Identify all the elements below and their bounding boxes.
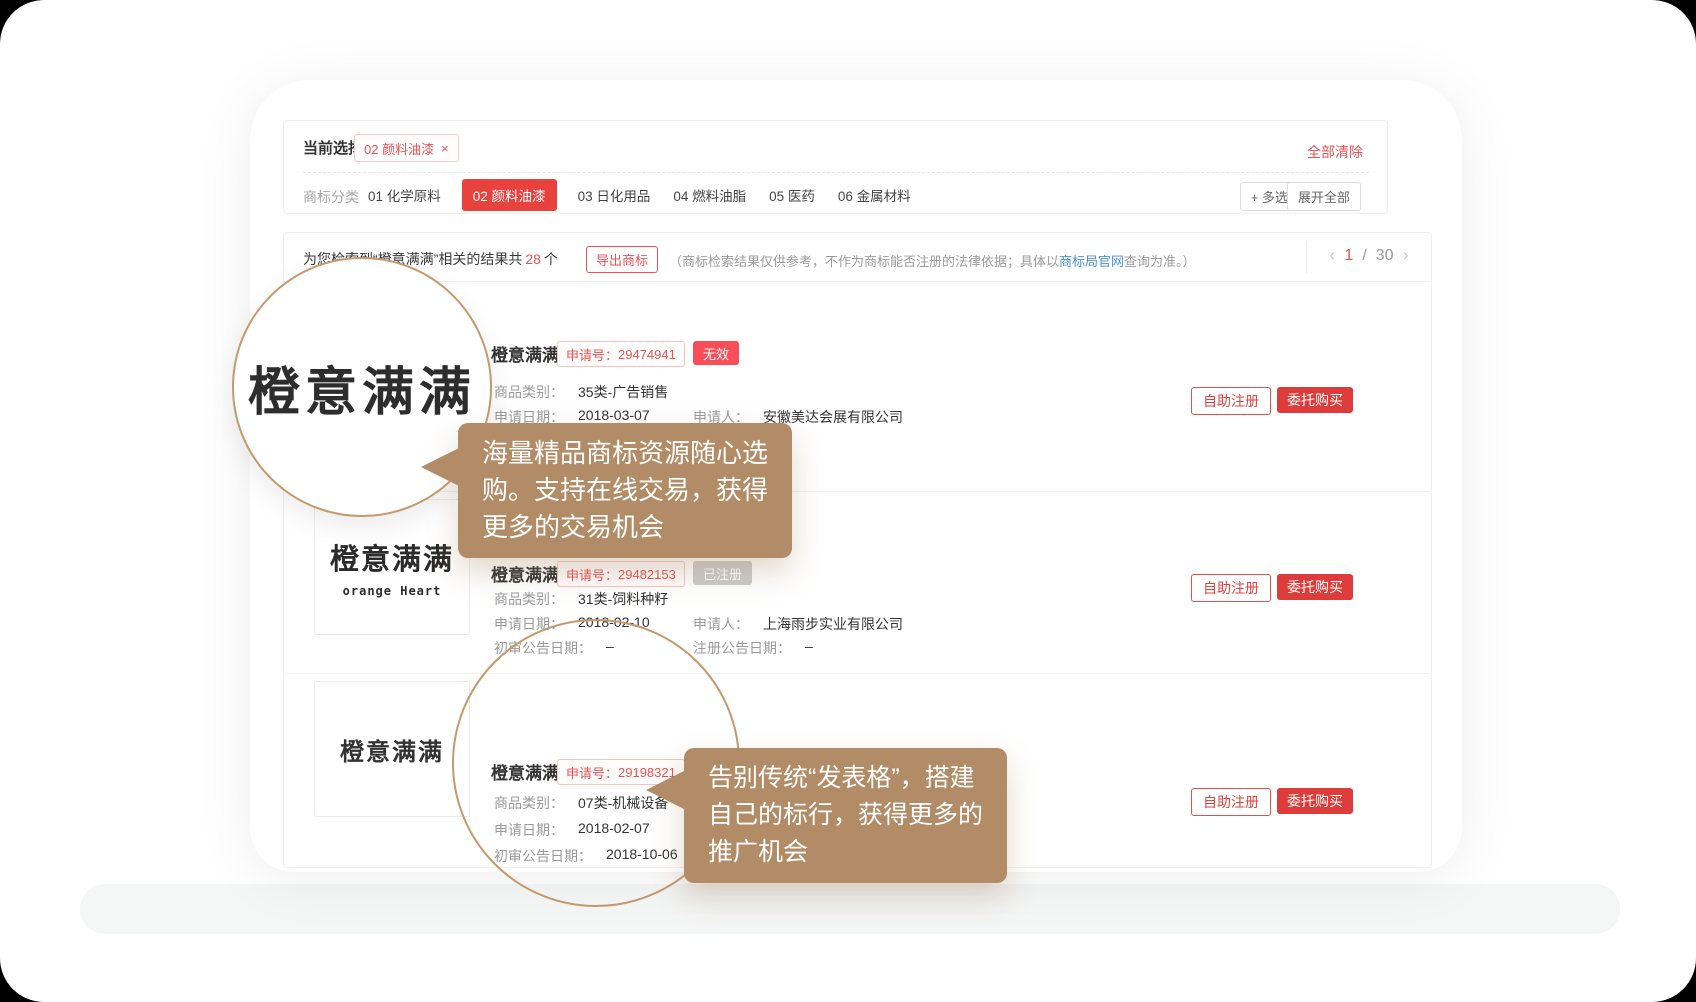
filter-card: 当前选择 02 颜料油漆 × 全部清除 商标分类 01 化学原料 02 颜料油漆… — [283, 120, 1388, 214]
row1-trademark-name[interactable]: 橙意满满 — [491, 341, 559, 366]
row1-application-number: 申请号：29474941 — [557, 341, 685, 367]
field-label: 商品类别： — [494, 589, 564, 609]
expand-all-button[interactable]: 展开全部 — [1287, 182, 1361, 211]
pagination-current: 1 — [1344, 247, 1353, 265]
tooltip-marketplace: 海量精品商标资源随心选 购。支持在线交易，获得 更多的交易机会 — [458, 423, 792, 558]
app-no-value: 29482153 — [618, 567, 676, 582]
row-divider — [285, 673, 1430, 674]
row2-reg-pub-field: 注册公告日期： – — [693, 638, 813, 658]
summary-unit: 个 — [544, 251, 558, 267]
disclaimer-prefix: （商标检索结果仅供参考，不作为商标能否注册的法律依据；具体以 — [669, 254, 1059, 269]
results-header: 为您检索到“橙意满满”相关的结果共28个 导出商标 （商标检索结果仅供参考，不作… — [284, 233, 1431, 282]
row1-category-field: 商品类别： 35类-广告销售 — [494, 382, 668, 402]
selected-filter-tag-label: 02 颜料油漆 — [364, 139, 434, 158]
row2-category-field: 商品类别： 31类-饲料种籽 — [494, 589, 668, 609]
row2-trademark-name[interactable]: 橙意满满 — [491, 561, 559, 586]
field-label: 商品类别： — [494, 382, 564, 402]
summary-count: 28 — [525, 251, 541, 267]
field-value: 31类-饲料种籽 — [578, 589, 668, 609]
row2-self-register-button[interactable]: 自助注册 — [1191, 574, 1271, 602]
field-value: 35类-广告销售 — [578, 382, 668, 402]
row3-self-register-button[interactable]: 自助注册 — [1191, 788, 1271, 816]
disclaimer-text: （商标检索结果仅供参考，不作为商标能否注册的法律依据；具体以商标局官网查询为准。… — [669, 251, 1196, 270]
trademark-cn-text: 橙意满满 — [340, 732, 444, 767]
category-tab-01[interactable]: 01 化学原料 — [366, 179, 443, 211]
category-label: 商标分类 — [303, 187, 359, 207]
export-trademark-button[interactable]: 导出商标 — [586, 246, 658, 273]
close-icon[interactable]: × — [441, 142, 449, 155]
category-tab-06[interactable]: 06 金属材料 — [836, 179, 913, 211]
row2-trademark-image[interactable]: 橙意满满 orange Heart — [314, 499, 470, 635]
disclaimer-suffix: 查询为准。） — [1124, 254, 1196, 269]
app-no-label: 申请号： — [566, 565, 618, 584]
category-tabs: 01 化学原料 02 颜料油漆 03 日化用品 04 燃料油脂 05 医药 06… — [366, 179, 913, 211]
page-stage: 当前选择 02 颜料油漆 × 全部清除 商标分类 01 化学原料 02 颜料油漆… — [0, 0, 1696, 1002]
tooltip-line: 更多的交易机会 — [482, 509, 768, 546]
divider — [303, 172, 1369, 173]
trademark-cn-text: 橙意满满 — [330, 536, 454, 578]
trademark-en-text: orange Heart — [343, 584, 442, 598]
tooltip-line: 推广机会 — [708, 834, 983, 871]
field-value: – — [805, 638, 813, 658]
pagination-total: 30 — [1376, 247, 1394, 265]
tooltip-line: 购。支持在线交易，获得 — [482, 472, 768, 509]
row3-trademark-image[interactable]: 橙意满满 — [314, 681, 470, 817]
magnified-trademark-text: 橙意满满 — [248, 350, 476, 425]
tooltip-line: 告别传统“发表格”，搭建 — [708, 760, 983, 797]
clear-all-button[interactable]: 全部清除 — [1307, 142, 1363, 162]
field-label: 注册公告日期： — [693, 638, 791, 658]
row2-application-number: 申请号：29482153 — [557, 561, 685, 587]
trademark-office-link[interactable]: 商标局官网 — [1059, 254, 1124, 269]
field-value: 上海雨步实业有限公司 — [763, 614, 903, 634]
category-tab-03[interactable]: 03 日化用品 — [576, 179, 653, 211]
row1-status-badge: 无效 — [693, 341, 739, 365]
laptop-base — [80, 884, 1620, 934]
app-no-value: 29474941 — [618, 347, 676, 362]
app-no-label: 申请号： — [566, 345, 618, 364]
category-tab-04[interactable]: 04 燃料油脂 — [671, 179, 748, 211]
tooltip-promotion: 告别传统“发表格”，搭建 自己的标行，获得更多的 推广机会 — [684, 748, 1007, 883]
divider — [1306, 241, 1307, 273]
field-label: 申请人： — [693, 614, 749, 634]
row2-status-badge: 已注册 — [693, 561, 752, 585]
tooltip-line: 海量精品商标资源随心选 — [482, 435, 768, 472]
pagination: ‹ 1 / 30 › — [1314, 245, 1424, 266]
row-divider — [285, 491, 1430, 492]
chevron-right-icon[interactable]: › — [1403, 245, 1409, 266]
tooltip-arrow — [421, 448, 459, 486]
category-tab-05[interactable]: 05 医药 — [767, 179, 817, 211]
row1-self-register-button[interactable]: 自助注册 — [1191, 387, 1271, 415]
tooltip-line: 自己的标行，获得更多的 — [708, 797, 983, 834]
selected-filter-tag[interactable]: 02 颜料油漆 × — [354, 134, 459, 162]
row1-entrust-buy-button[interactable]: 委托购买 — [1277, 387, 1353, 413]
row2-applicant-field: 申请人： 上海雨步实业有限公司 — [693, 614, 903, 634]
category-tab-02-selected[interactable]: 02 颜料油漆 — [462, 179, 557, 211]
row2-entrust-buy-button[interactable]: 委托购买 — [1277, 574, 1353, 600]
row3-entrust-buy-button[interactable]: 委托购买 — [1277, 788, 1353, 814]
tooltip-arrow — [646, 771, 684, 809]
pagination-separator: / — [1362, 247, 1366, 265]
chevron-left-icon[interactable]: ‹ — [1329, 245, 1335, 266]
